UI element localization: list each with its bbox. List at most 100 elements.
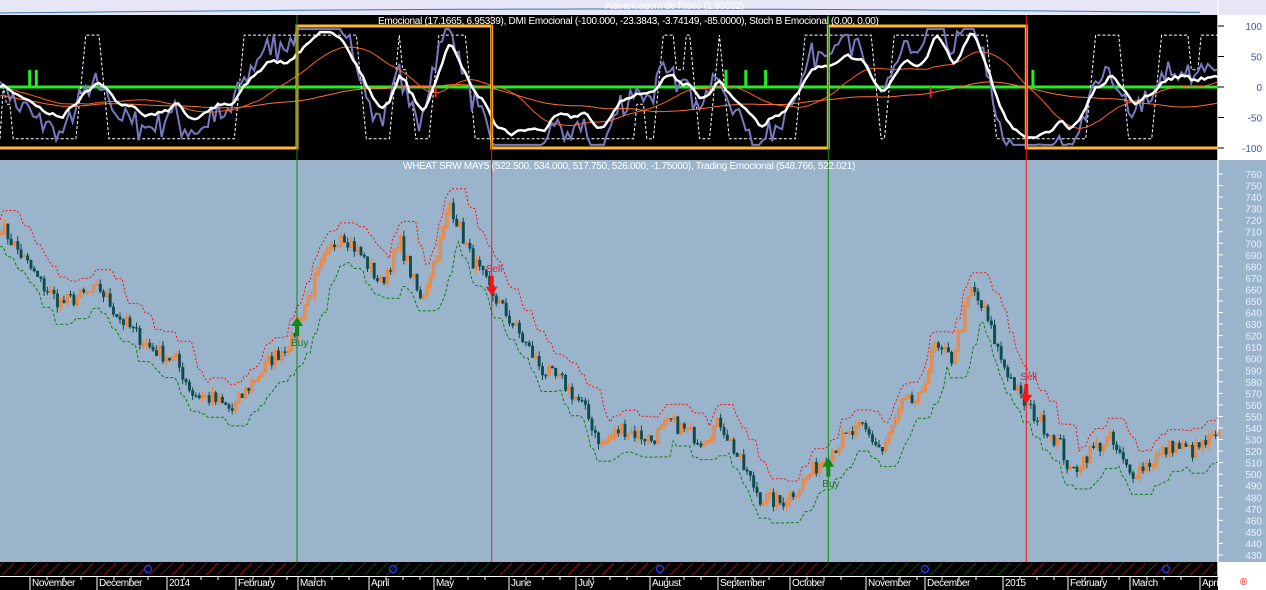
- candle: [511, 323, 515, 326]
- price-tick-label: 510: [1245, 459, 1262, 470]
- price-tick-label: 560: [1245, 401, 1262, 412]
- chart-canvas: 4304404504604704804905005105205305405505…: [0, 0, 1266, 590]
- price-tick-label: 570: [1245, 389, 1262, 400]
- candle: [1059, 438, 1063, 440]
- candle: [214, 392, 218, 402]
- candle: [623, 423, 627, 438]
- month-label: August: [652, 578, 681, 589]
- price-tick-label: 600: [1245, 355, 1262, 366]
- candle: [504, 302, 508, 316]
- candle: [1177, 443, 1181, 449]
- candle: [168, 357, 172, 361]
- candle: [979, 300, 983, 308]
- copyright-icon: ®: [1240, 577, 1248, 588]
- candle: [102, 291, 106, 298]
- month-label: April: [1202, 578, 1221, 589]
- red-spike: [434, 87, 437, 97]
- candle: [362, 254, 366, 257]
- candle: [29, 260, 33, 269]
- price-tick-label: 720: [1245, 216, 1262, 227]
- candle: [587, 404, 591, 419]
- candle: [593, 430, 597, 433]
- month-label: November: [32, 578, 75, 589]
- month-label: December: [927, 578, 970, 589]
- red-spike: [929, 87, 932, 97]
- candle: [1111, 432, 1115, 445]
- indicator-tick-label: 100: [1245, 22, 1262, 33]
- candle: [517, 322, 521, 334]
- candle: [1085, 456, 1089, 463]
- price-tick-label: 500: [1245, 470, 1262, 481]
- candle: [649, 435, 653, 441]
- candle: [16, 241, 20, 250]
- candle: [653, 440, 657, 444]
- candle: [564, 374, 568, 391]
- candle: [544, 374, 548, 377]
- candle: [389, 270, 393, 272]
- candle: [46, 290, 49, 293]
- candle: [1115, 444, 1119, 450]
- price-tick-label: 460: [1245, 516, 1262, 527]
- candle: [1019, 385, 1023, 395]
- candle: [98, 283, 102, 292]
- candle: [418, 290, 422, 299]
- indicator-tick-label: 50: [1251, 53, 1263, 64]
- candle: [864, 422, 868, 430]
- candle: [937, 342, 940, 348]
- price-pane: [0, 160, 1266, 562]
- month-label: 2014: [169, 578, 190, 589]
- risk-axis: [1218, 0, 1266, 15]
- candle: [772, 492, 775, 507]
- price-tick-label: 540: [1245, 424, 1262, 435]
- candle: [508, 315, 511, 324]
- candle: [115, 314, 119, 317]
- candle: [52, 289, 56, 294]
- price-tick-label: 690: [1245, 251, 1262, 262]
- candle: [62, 300, 66, 303]
- indicator-tick-label: -50: [1248, 114, 1263, 125]
- candle: [69, 294, 73, 296]
- candle: [138, 328, 142, 345]
- candle: [42, 278, 46, 292]
- risk-pane-title: Alavancagem de Risco (1.85532): [605, 1, 744, 12]
- candle: [131, 326, 135, 329]
- green-spike: [724, 69, 728, 87]
- indicator-tick-label: -100: [1242, 144, 1262, 155]
- candle: [55, 293, 59, 308]
- price-tick-label: 430: [1245, 551, 1262, 562]
- candle: [451, 202, 455, 220]
- candle: [207, 395, 211, 403]
- candle: [1029, 403, 1033, 406]
- candle: [643, 438, 647, 442]
- candle: [531, 345, 535, 358]
- candle: [748, 471, 752, 476]
- candle: [247, 387, 251, 391]
- candle: [570, 387, 574, 400]
- candle: [973, 287, 977, 292]
- price-tick-label: 760: [1245, 170, 1262, 181]
- candle: [877, 444, 881, 448]
- candle: [19, 249, 23, 258]
- candle: [521, 333, 525, 343]
- candle: [481, 266, 485, 271]
- candle: [1072, 466, 1076, 469]
- candle: [121, 319, 125, 325]
- price-tick-label: 480: [1245, 493, 1262, 504]
- price-tick-label: 670: [1245, 274, 1262, 285]
- price-tick-label: 660: [1245, 285, 1262, 296]
- candle: [640, 430, 643, 440]
- candle: [696, 443, 700, 445]
- candle: [577, 397, 581, 401]
- candle: [735, 453, 739, 457]
- month-label: May: [436, 578, 454, 589]
- candle: [940, 347, 944, 350]
- price-tick-label: 750: [1245, 182, 1262, 193]
- candle: [986, 306, 990, 321]
- price-tick-label: 740: [1245, 193, 1262, 204]
- price-tick-label: 610: [1245, 343, 1262, 354]
- candle: [372, 262, 376, 279]
- candle: [745, 469, 749, 472]
- candle: [501, 300, 505, 304]
- price-tick-label: 630: [1245, 320, 1262, 331]
- month-label: June: [511, 578, 532, 589]
